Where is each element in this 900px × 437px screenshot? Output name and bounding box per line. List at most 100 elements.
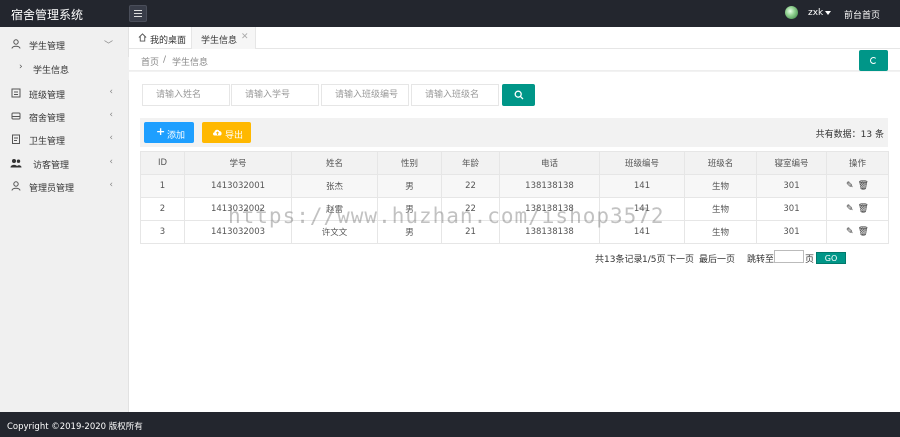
menu-toggle-button[interactable] bbox=[129, 5, 147, 22]
pager-last-link[interactable]: 最后一页 bbox=[699, 252, 735, 265]
tab-bar: 我的桌面 学生信息 ✕ bbox=[129, 27, 900, 49]
edit-icon[interactable]: ✎ bbox=[846, 181, 854, 191]
sidebar-item-label: 管理员管理 bbox=[29, 184, 75, 194]
trash-icon[interactable]: 🗑 bbox=[858, 181, 869, 191]
sidebar-item-visitor-management[interactable]: 访客管理 ‹ bbox=[0, 152, 129, 175]
sidebar-item-label: 学生管理 bbox=[29, 42, 66, 52]
table-cell: 生物 bbox=[684, 174, 757, 198]
cloud-upload-icon bbox=[213, 129, 222, 136]
tab-label: 我的桌面 bbox=[150, 36, 187, 46]
add-button[interactable]: + 添加 bbox=[144, 122, 194, 143]
table-header-row: ID 学号 姓名 性别 年龄 电话 班级编号 班级名 寝室编号 操作 bbox=[140, 151, 889, 175]
pager-page-unit: 页 bbox=[805, 255, 815, 265]
user-icon bbox=[11, 39, 21, 49]
search-icon bbox=[514, 90, 523, 100]
top-header: 宿舍管理系统 zxk 前台首页 bbox=[0, 0, 900, 27]
total-count: 共有数据：13 条 bbox=[815, 130, 884, 140]
watermark: https://www.huzhan.com/ishop3572 bbox=[228, 204, 665, 228]
username-menu[interactable]: zxk bbox=[808, 8, 823, 18]
chevron-left-icon: ‹ bbox=[109, 157, 113, 167]
sidebar-item-student-info[interactable]: › 学生信息 bbox=[0, 57, 129, 80]
column-header: 寝室编号 bbox=[756, 151, 827, 175]
table-cell: 301 bbox=[756, 174, 827, 198]
pager-jump-label: 跳转至 bbox=[747, 255, 775, 265]
chevron-left-icon: ‹ bbox=[109, 180, 113, 190]
breadcrumb-current: 学生信息 bbox=[172, 58, 209, 68]
class-name-search-input[interactable] bbox=[411, 84, 499, 106]
refresh-icon bbox=[870, 57, 877, 64]
table-cell: 301 bbox=[756, 197, 827, 221]
table-cell: 301 bbox=[756, 220, 827, 244]
sidebar-item-label: 卫生管理 bbox=[29, 137, 66, 147]
add-button-label: 添加 bbox=[167, 131, 186, 141]
column-header: 姓名 bbox=[291, 151, 378, 175]
table-cell: 138138138 bbox=[499, 174, 600, 198]
hamburger-icon bbox=[134, 10, 142, 17]
caret-down-icon[interactable] bbox=[825, 11, 831, 15]
sidebar-item-label: 宿舍管理 bbox=[29, 114, 66, 124]
sidebar-item-label: 学生信息 bbox=[33, 66, 70, 76]
chevron-right-icon: › bbox=[19, 62, 23, 72]
go-button[interactable]: GO bbox=[816, 252, 846, 264]
user-icon bbox=[11, 181, 21, 191]
table-cell: 生物 bbox=[684, 220, 757, 244]
sidebar-item-hygiene-management[interactable]: 卫生管理 ‹ bbox=[0, 128, 129, 151]
home-icon bbox=[138, 33, 147, 42]
search-button[interactable] bbox=[502, 84, 535, 106]
refresh-button[interactable] bbox=[859, 50, 888, 71]
tab-label: 学生信息 bbox=[201, 36, 238, 46]
page-jump-input[interactable] bbox=[774, 250, 804, 263]
pager-next-link[interactable]: 下一页 bbox=[667, 252, 694, 265]
column-header: 班级名 bbox=[684, 151, 757, 175]
edit-icon[interactable]: ✎ bbox=[846, 204, 854, 214]
table-cell: 3 bbox=[140, 220, 185, 244]
main-content: + 添加 导出 共有数据：13 条 ID 学号 姓名 性别 年龄 电话 班级编号… bbox=[129, 72, 900, 412]
column-header: 操作 bbox=[826, 151, 889, 175]
table-actions: ✎ 🗑 bbox=[826, 220, 889, 244]
table-actions: ✎ 🗑 bbox=[826, 197, 889, 221]
table-cell: 1413032001 bbox=[184, 174, 292, 198]
avatar[interactable] bbox=[785, 6, 798, 19]
sidebar-item-class-management[interactable]: 班级管理 ‹ bbox=[0, 82, 129, 105]
column-header: 班级编号 bbox=[599, 151, 685, 175]
breadcrumb-separator: / bbox=[163, 55, 167, 65]
plus-icon: + bbox=[156, 125, 166, 138]
clipboard-icon bbox=[12, 134, 20, 144]
trash-icon[interactable]: 🗑 bbox=[858, 227, 869, 237]
chevron-left-icon: ‹ bbox=[109, 87, 113, 97]
tab-student-info[interactable]: 学生信息 ✕ bbox=[192, 27, 256, 49]
front-page-link[interactable]: 前台首页 bbox=[844, 8, 880, 21]
breadcrumb: 首页 / 学生信息 bbox=[129, 49, 900, 71]
table-cell: 141 bbox=[599, 174, 685, 198]
column-header: ID bbox=[140, 151, 185, 175]
close-icon[interactable]: ✕ bbox=[241, 32, 249, 42]
chevron-down-icon: ﹀ bbox=[103, 41, 113, 51]
chevron-left-icon: ‹ bbox=[109, 133, 113, 143]
table-cell: 男 bbox=[377, 174, 442, 198]
edit-icon[interactable]: ✎ bbox=[846, 227, 854, 237]
class-number-search-input[interactable] bbox=[321, 84, 409, 106]
chevron-left-icon: ‹ bbox=[109, 110, 113, 120]
sidebar-item-label: 班级管理 bbox=[29, 91, 66, 101]
tab-my-desktop[interactable]: 我的桌面 bbox=[129, 27, 192, 49]
pager-record-count: 共13条记录 bbox=[595, 255, 643, 265]
export-button[interactable]: 导出 bbox=[202, 122, 251, 143]
sidebar-item-student-management[interactable]: 学生管理 ﹀ bbox=[0, 33, 129, 56]
student-id-search-input[interactable] bbox=[231, 84, 319, 106]
table-toolbar: + 添加 导出 共有数据：13 条 bbox=[140, 118, 888, 147]
table-cell: 22 bbox=[441, 174, 500, 198]
table-row[interactable]: 1 1413032001 张杰 男 22 138138138 141 生物 30… bbox=[140, 174, 889, 198]
pager-page-indicator: 1/5页 bbox=[642, 255, 666, 265]
table-cell: 2 bbox=[140, 197, 185, 221]
sidebar-item-admin-management[interactable]: 管理员管理 ‹ bbox=[0, 175, 129, 198]
column-header: 电话 bbox=[499, 151, 600, 175]
copyright-text: Copyright ©2019-2020 版权所有 bbox=[7, 422, 143, 432]
column-header: 年龄 bbox=[441, 151, 500, 175]
breadcrumb-home[interactable]: 首页 bbox=[141, 55, 159, 68]
footer: Copyright ©2019-2020 版权所有 bbox=[0, 412, 900, 437]
sidebar-item-dorm-management[interactable]: 宿舍管理 ‹ bbox=[0, 105, 129, 128]
table-cell: 1 bbox=[140, 174, 185, 198]
trash-icon[interactable]: 🗑 bbox=[858, 204, 869, 214]
app-logo: 宿舍管理系统 bbox=[11, 8, 84, 22]
name-search-input[interactable] bbox=[142, 84, 230, 106]
